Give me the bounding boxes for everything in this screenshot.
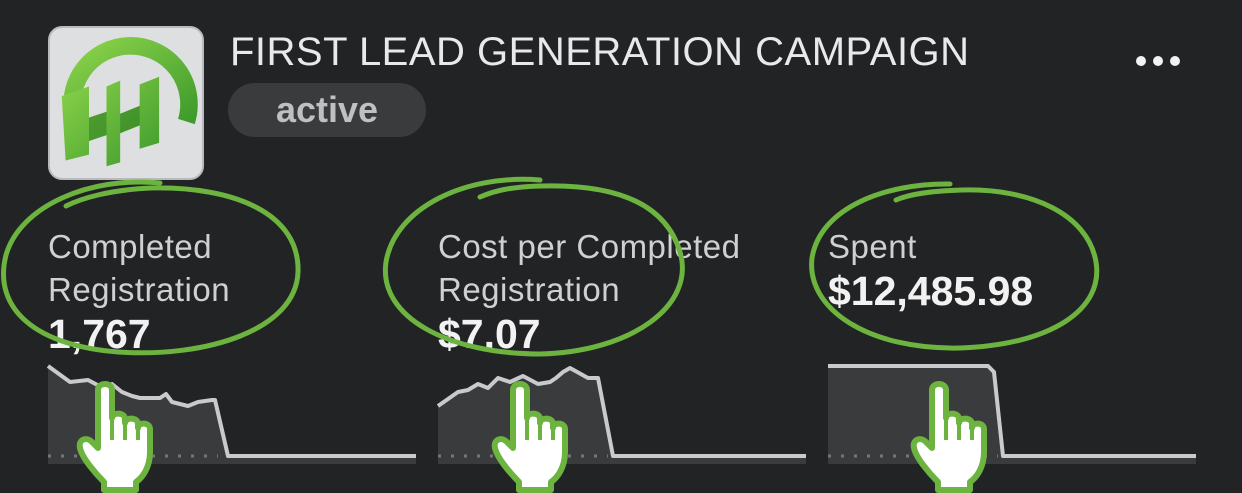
campaign-title: FIRST LEAD GENERATION CAMPAIGN (230, 30, 970, 74)
more-dot-icon (1136, 56, 1146, 66)
more-options-button[interactable] (1128, 44, 1188, 78)
metric-spent[interactable]: Spent $12,485.98 (828, 225, 1033, 314)
metric-label: Completed Registration (48, 228, 231, 308)
building-logo-icon (61, 37, 198, 167)
sparkline-cost-per-registration (436, 356, 806, 464)
sparkline-spent (828, 356, 1196, 464)
more-dot-icon (1153, 56, 1163, 66)
sparkline-completed-registration (46, 356, 416, 464)
metric-label: Spent (828, 228, 917, 265)
campaign-logo[interactable] (48, 26, 204, 180)
metric-cost-per-registration[interactable]: Cost per Completed Registration $7.07 (438, 225, 740, 357)
metric-value: 1,767 (48, 311, 151, 357)
metric-value: $7.07 (438, 311, 541, 357)
metric-value: $12,485.98 (828, 268, 1034, 314)
more-dot-icon (1170, 56, 1180, 66)
metric-completed-registration[interactable]: Completed Registration 1,767 (48, 225, 230, 357)
status-badge: active (228, 83, 426, 137)
metric-label: Cost per Completed Registration (438, 228, 741, 308)
